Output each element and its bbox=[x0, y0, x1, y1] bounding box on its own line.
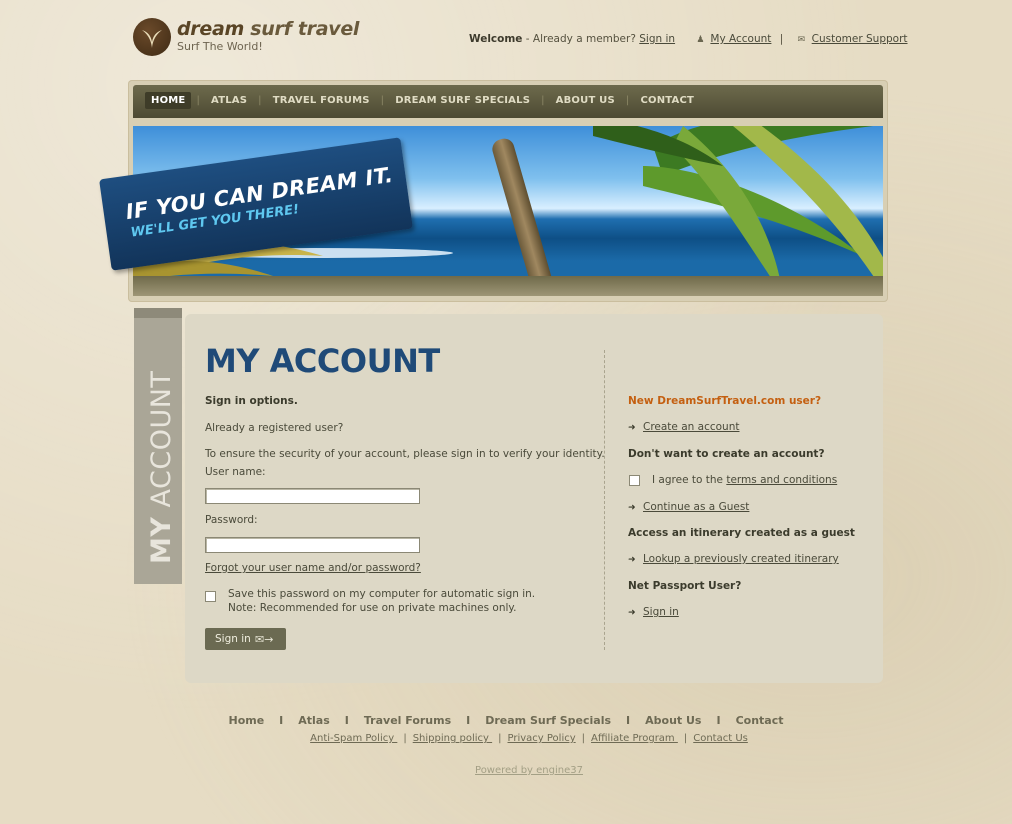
footer-nav: Home I Atlas I Travel Forums I Dream Surf Spec… bbox=[0, 714, 1012, 727]
menu-divider: | bbox=[541, 95, 545, 106]
footer-link-sep: | bbox=[498, 733, 502, 744]
footer-link-atlas[interactable]: Atlas bbox=[298, 714, 330, 727]
privacy-policy-link[interactable]: Privacy Policy bbox=[508, 733, 576, 744]
column-divider bbox=[604, 350, 605, 650]
agree-terms-text: I agree to the terms and conditions bbox=[652, 474, 837, 486]
arrow-icon: ➜ bbox=[628, 503, 636, 513]
shipping-policy-link[interactable]: Shipping policy bbox=[413, 733, 492, 744]
footer-nav-sep: I bbox=[626, 714, 631, 727]
menu-divider: | bbox=[196, 95, 201, 106]
footer-link-travel-forums[interactable]: Travel Forums bbox=[364, 714, 451, 727]
logo[interactable]: dream surf travel Surf The World! bbox=[133, 18, 383, 60]
continue-as-guest-link[interactable]: Continue as a Guest bbox=[643, 501, 749, 513]
agree-terms-checkbox[interactable] bbox=[629, 475, 640, 486]
menu-divider: | bbox=[380, 95, 385, 106]
footer-nav-sep: I bbox=[466, 714, 471, 727]
banner-bottom-bar bbox=[133, 276, 883, 296]
main-menu: HOME | ATLAS | TRAVEL FORUMS | DREAM SUR… bbox=[133, 85, 883, 118]
page-title: MY ACCOUNT bbox=[205, 342, 440, 380]
top-nav-separator: | bbox=[779, 33, 784, 45]
sign-in-button[interactable]: Sign in ✉→ bbox=[205, 628, 286, 650]
side-tab: MY ACCOUNT bbox=[134, 308, 182, 584]
arrow-icon: ➜ bbox=[628, 608, 636, 618]
footer-nav-sep: I bbox=[344, 714, 349, 727]
password-input[interactable] bbox=[205, 537, 420, 553]
menu-item-travel-forums[interactable]: TRAVEL FORUMS bbox=[267, 92, 376, 109]
top-sign-in-link[interactable]: Sign in bbox=[639, 33, 675, 45]
menu-item-home[interactable]: HOME bbox=[145, 92, 192, 109]
sign-in-options-heading: Sign in options. bbox=[205, 395, 298, 407]
menu-item-dream-surf-specials[interactable]: DREAM SURF SPECIALS bbox=[389, 92, 536, 109]
side-tab-label-rest: ACCOUNT bbox=[146, 370, 177, 517]
logo-tagline: Surf The World! bbox=[177, 40, 263, 53]
side-tab-label-bold: MY bbox=[146, 516, 177, 564]
footer-link-home[interactable]: Home bbox=[228, 714, 264, 727]
logo-title: dream surf travel bbox=[177, 18, 359, 40]
logo-title-surf-travel: surf travel bbox=[243, 18, 360, 40]
top-nav: Welcome - Already a member? Sign in ♟ My … bbox=[469, 33, 908, 45]
footer-link-contact[interactable]: Contact bbox=[736, 714, 784, 727]
sign-in-button-label: Sign in bbox=[215, 633, 251, 645]
new-user-heading: New DreamSurfTravel.com user? bbox=[628, 395, 822, 407]
anti-spam-policy-link[interactable]: Anti-Spam Policy bbox=[310, 733, 397, 744]
user-icon: ♟ bbox=[696, 35, 705, 45]
side-tab-cap bbox=[134, 308, 182, 318]
menu-divider: | bbox=[258, 95, 262, 106]
agree-prefix: I agree to the bbox=[652, 474, 727, 486]
footer-link-sep: | bbox=[581, 733, 586, 744]
customer-support-link[interactable]: Customer Support bbox=[812, 33, 908, 45]
terms-link[interactable]: terms and conditions bbox=[726, 474, 837, 486]
arrow-icon: ➜ bbox=[628, 555, 636, 565]
security-note: To ensure the security of your account, … bbox=[205, 448, 605, 460]
footer-link-dream-surf-specials[interactable]: Dream Surf Specials bbox=[485, 714, 611, 727]
palm-fronds-right bbox=[593, 126, 883, 276]
already-member-text: - Already a member? bbox=[522, 33, 640, 45]
already-registered-text: Already a registered user? bbox=[205, 422, 344, 434]
dont-want-account-heading: Don't want to create an account? bbox=[628, 448, 825, 460]
menu-item-contact[interactable]: CONTACT bbox=[634, 92, 700, 109]
username-input[interactable] bbox=[205, 488, 420, 504]
my-account-link[interactable]: My Account bbox=[710, 33, 771, 45]
affiliate-program-link[interactable]: Affiliate Program bbox=[591, 733, 678, 744]
footer-link-sep: | bbox=[683, 733, 688, 744]
menu-item-atlas[interactable]: ATLAS bbox=[205, 92, 253, 109]
footer-link-sep: | bbox=[403, 733, 407, 744]
envelope-arrow-icon: ✉→ bbox=[255, 633, 274, 646]
logo-mark-icon bbox=[133, 18, 171, 56]
net-passport-heading: Net Passport User? bbox=[628, 580, 742, 592]
footer-link-about-us[interactable]: About Us bbox=[645, 714, 701, 727]
forgot-credentials-link[interactable]: Forgot your user name and/or password? bbox=[205, 562, 421, 574]
arrow-icon: ➜ bbox=[628, 423, 636, 433]
password-label: Password: bbox=[205, 514, 258, 526]
footer-contact-us-link[interactable]: Contact Us bbox=[693, 733, 748, 744]
logo-title-dream: dream bbox=[177, 18, 244, 40]
save-password-label: Save this password on my computer for au… bbox=[228, 588, 536, 600]
net-passport-sign-in-link[interactable]: Sign in bbox=[643, 606, 679, 618]
save-password-note: Note: Recommended for use on private mac… bbox=[228, 602, 517, 614]
side-tab-label: MY ACCOUNT bbox=[146, 371, 177, 564]
create-account-link[interactable]: Create an account bbox=[643, 421, 739, 433]
support-icon: ✉ bbox=[797, 35, 806, 45]
lookup-itinerary-link[interactable]: Lookup a previously created itinerary bbox=[643, 553, 839, 565]
menu-divider: | bbox=[625, 95, 630, 106]
footer-policy-links: Anti-Spam Policy | Shipping policy | Priva… bbox=[0, 733, 1012, 744]
access-itinerary-heading: Access an itinerary created as a guest bbox=[628, 527, 855, 539]
footer-nav-sep: I bbox=[279, 714, 284, 727]
welcome-text: Welcome bbox=[469, 33, 523, 45]
save-password-checkbox[interactable] bbox=[205, 591, 216, 602]
username-label: User name: bbox=[205, 466, 266, 478]
powered-by-link[interactable]: Powered by engine37 bbox=[475, 765, 583, 776]
powered-by: Powered by engine37 bbox=[0, 765, 1012, 776]
footer-nav-sep: I bbox=[716, 714, 721, 727]
menu-item-about-us[interactable]: ABOUT US bbox=[550, 92, 621, 109]
